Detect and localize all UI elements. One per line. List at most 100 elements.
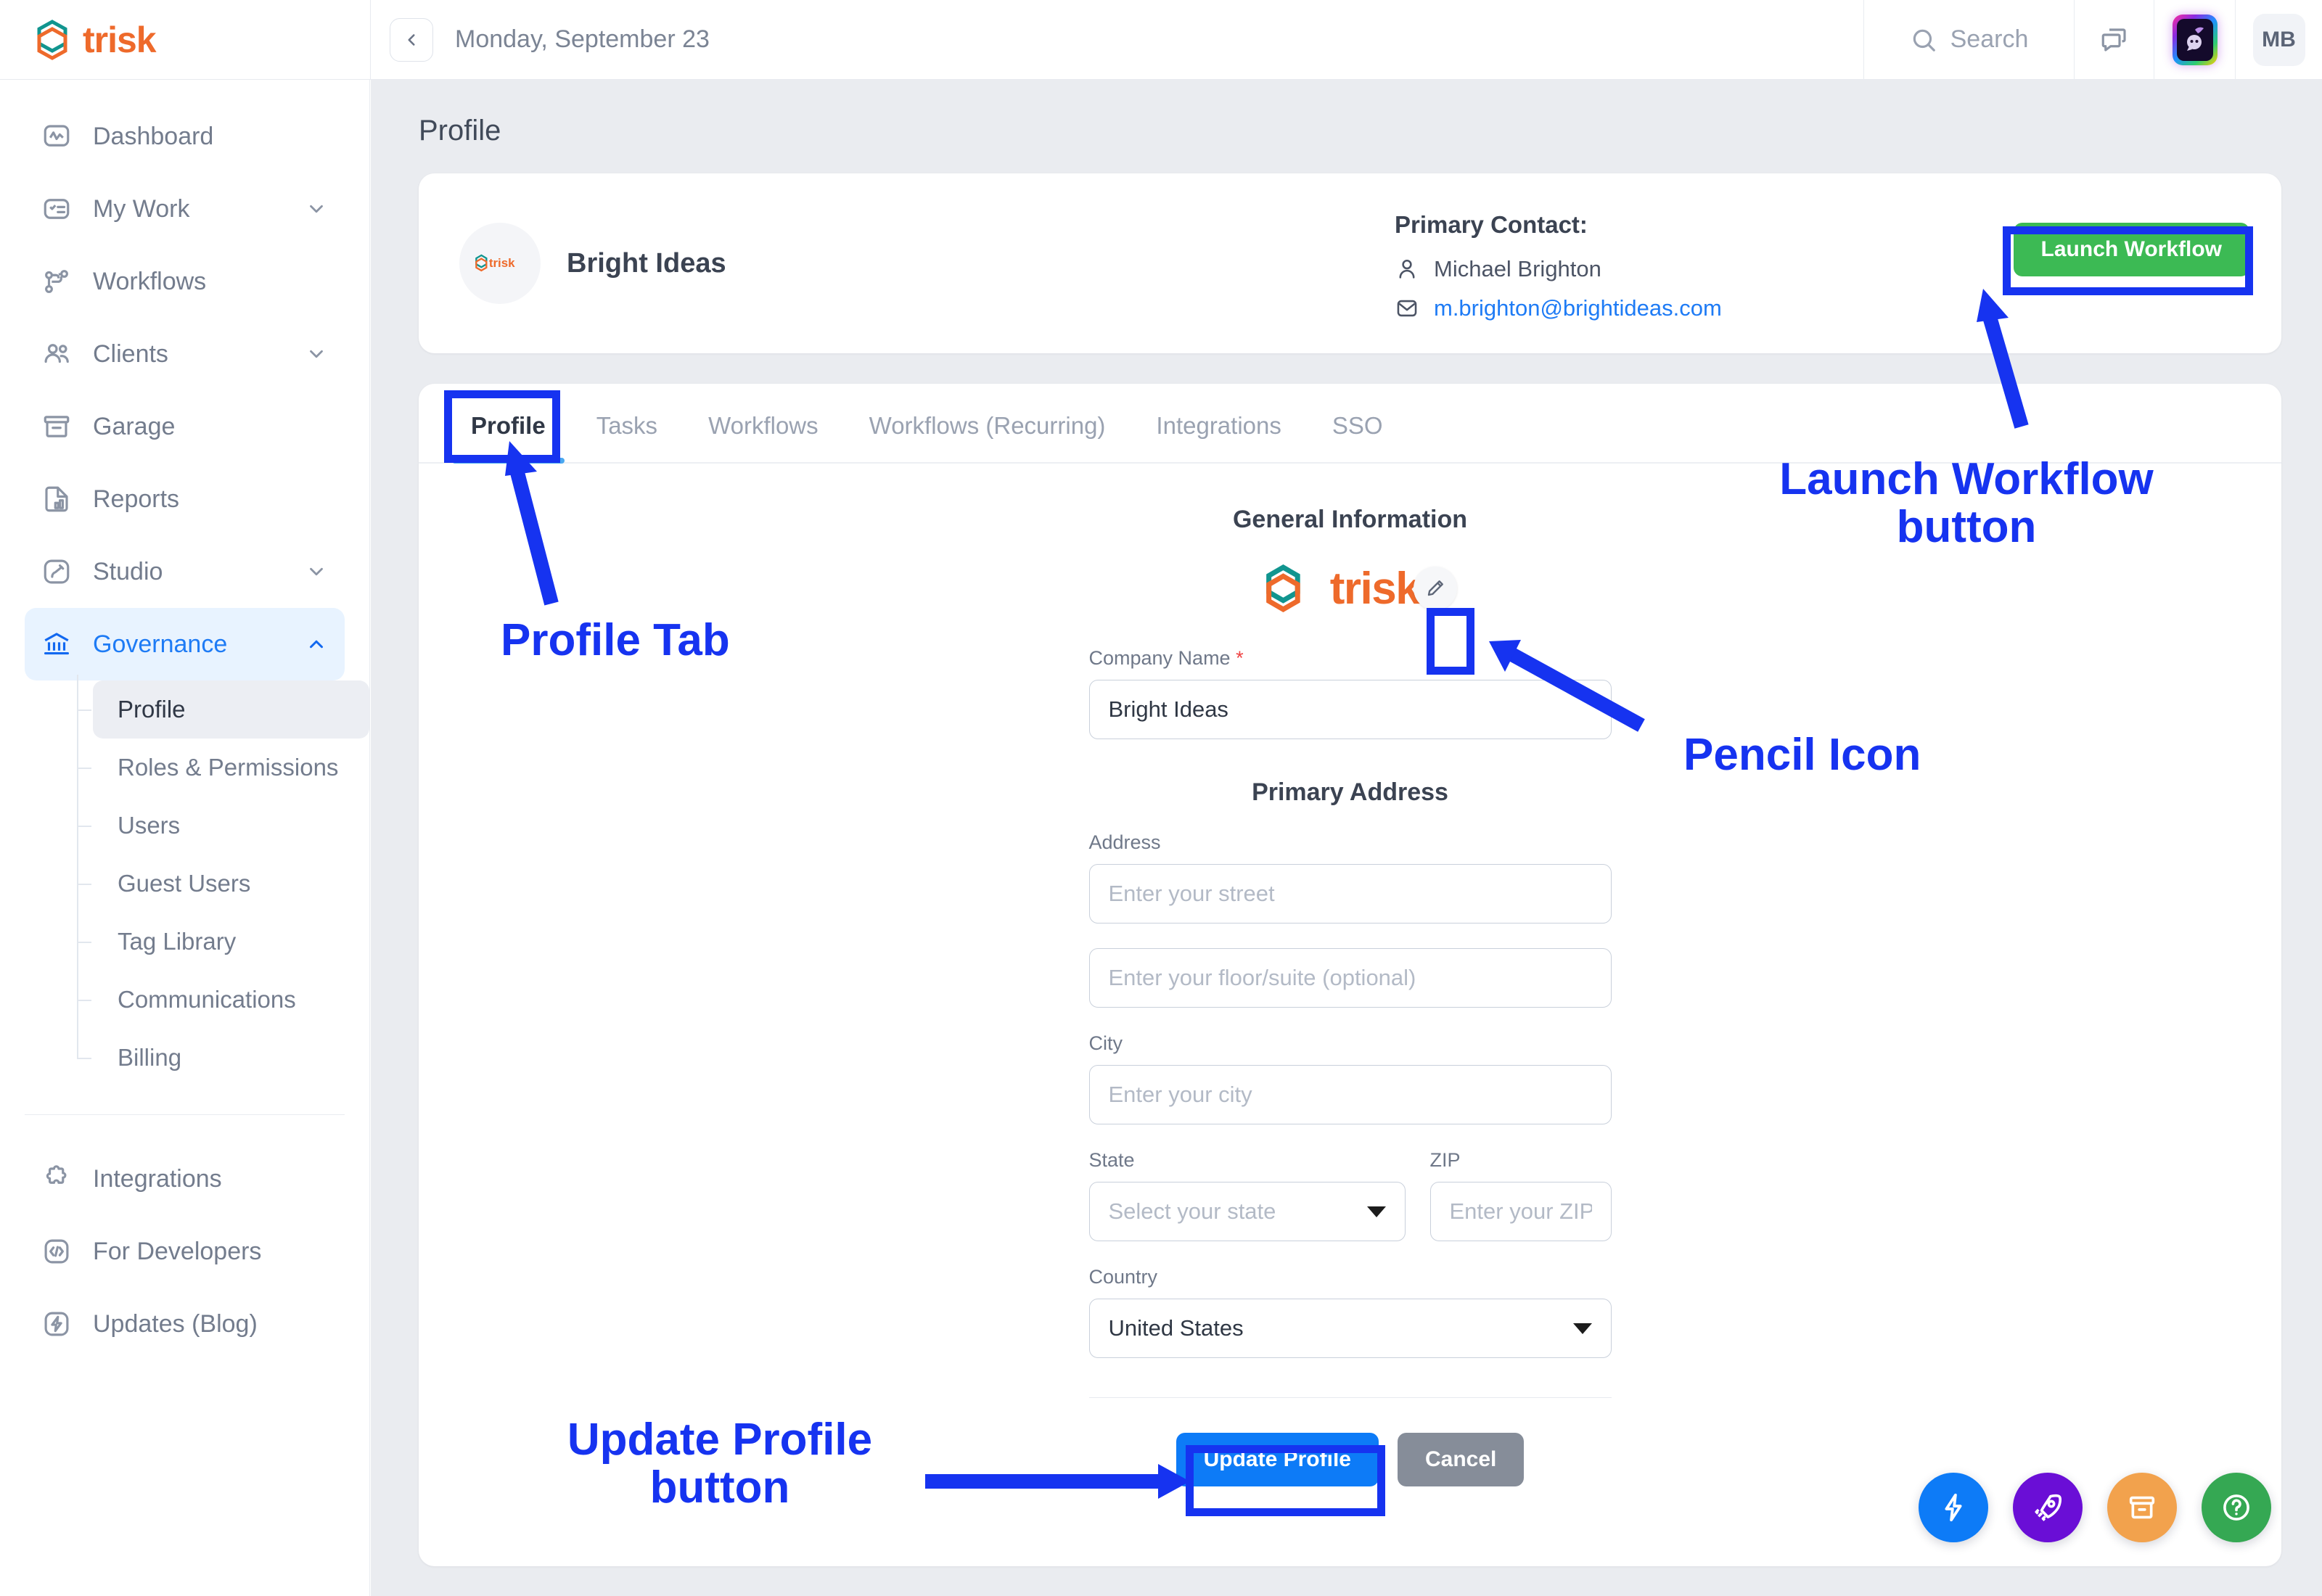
sidebar-subitem-label: Users	[118, 812, 181, 839]
address-field: Address	[1088, 831, 1612, 924]
company-name-label-text: Company Name	[1088, 647, 1231, 669]
sidebar-item-guest-users[interactable]: Guest Users	[77, 855, 369, 913]
ai-ghost-icon	[2186, 27, 2204, 51]
sidebar-item-label: Studio	[93, 557, 163, 585]
primary-contact-label: Primary Contact:	[1395, 211, 1588, 238]
quick-action-button[interactable]	[1919, 1473, 1988, 1542]
sidebar-item-label: Governance	[93, 630, 228, 658]
lightning-bolt-icon	[41, 1308, 73, 1340]
trisk-mark-icon	[1265, 564, 1300, 612]
search-button[interactable]: Search	[1863, 0, 2074, 80]
app-logo-text: trisk	[83, 19, 157, 60]
top-bar: trisk Monday, September 23 Search MB	[0, 0, 2322, 80]
sidebar-item-dashboard[interactable]: Dashboard	[25, 100, 345, 173]
sidebar-item-profile[interactable]: Profile	[77, 680, 369, 739]
tab-workflows[interactable]: Workflows	[688, 390, 839, 462]
garage-button[interactable]	[2107, 1473, 2177, 1542]
sidebar-item-reports[interactable]: Reports	[25, 463, 345, 535]
sidebar-collapse-button[interactable]	[390, 17, 433, 62]
tab-label: Integrations	[1156, 412, 1281, 439]
edit-logo-button[interactable]	[1414, 567, 1458, 610]
cancel-button[interactable]: Cancel	[1397, 1433, 1525, 1486]
sidebar-item-billing[interactable]: Billing	[77, 1029, 369, 1087]
sidebar-item-label: Updates (Blog)	[93, 1309, 258, 1338]
launch-workflow-button[interactable]: Launch Workflow	[2013, 223, 2249, 276]
sidebar-item-label: Workflows	[93, 267, 207, 295]
user-avatar-button[interactable]: MB	[2235, 0, 2322, 80]
update-profile-button[interactable]: Update Profile	[1176, 1433, 1379, 1486]
sidebar-item-label: For Developers	[93, 1237, 262, 1265]
street-input[interactable]	[1088, 864, 1612, 924]
launch-button[interactable]	[2013, 1473, 2083, 1542]
company-name-label: Company Name *	[1089, 647, 1612, 670]
topbar-actions: Search MB	[1863, 0, 2322, 80]
state-field: State Select your state	[1088, 1149, 1406, 1241]
floor-suite-field	[1088, 948, 1612, 1008]
app-logo[interactable]: trisk	[0, 0, 370, 80]
chevron-down-icon[interactable]	[304, 559, 329, 584]
sidebar-divider	[25, 1114, 345, 1115]
address-label: Address	[1088, 831, 1161, 853]
company-logo-text: trisk	[1329, 563, 1421, 614]
sidebar-item-label: Reports	[93, 485, 180, 513]
archive-box-icon	[2129, 1496, 2155, 1519]
sidebar-item-studio[interactable]: Studio	[25, 535, 345, 608]
contact-name: Michael Brighton	[1434, 256, 1601, 281]
floor-suite-input[interactable]	[1088, 948, 1612, 1008]
zip-field: ZIP	[1429, 1149, 1612, 1241]
tab-workflows-recurring[interactable]: Workflows (Recurring)	[849, 390, 1126, 462]
tab-integrations[interactable]: Integrations	[1136, 390, 1301, 462]
trisk-logo-icon: trisk	[475, 254, 515, 272]
code-brackets-icon	[41, 1235, 73, 1267]
pencil-icon	[1428, 580, 1444, 596]
state-zip-row: State Select your state ZIP	[1088, 1149, 1612, 1241]
sidebar-item-roles-permissions[interactable]: Roles & Permissions	[77, 739, 369, 797]
contact-email-row[interactable]: m.brighton@brightideas.com	[1395, 295, 1722, 321]
help-button[interactable]	[2202, 1473, 2271, 1542]
city-input[interactable]	[1088, 1065, 1612, 1124]
sidebar-item-workflows[interactable]: Workflows	[25, 245, 345, 318]
sidebar-item-tag-library[interactable]: Tag Library	[77, 913, 369, 971]
company-name-input[interactable]	[1088, 680, 1612, 739]
company-name-heading: Bright Ideas	[567, 247, 726, 279]
sidebar-item-users[interactable]: Users	[77, 797, 369, 855]
sidebar-item-label: Integrations	[93, 1164, 222, 1193]
messages-button[interactable]	[2074, 0, 2154, 80]
report-chart-icon	[41, 483, 73, 515]
page-title: Profile	[419, 115, 501, 147]
sidebar-item-my-work[interactable]: My Work	[25, 173, 345, 245]
ai-assistant-button[interactable]	[2154, 0, 2235, 80]
people-icon	[41, 338, 73, 370]
country-label: Country	[1088, 1266, 1158, 1288]
tab-profile[interactable]: Profile	[451, 390, 566, 464]
sidebar-item-governance[interactable]: Governance	[25, 608, 345, 680]
general-information-heading: General Information	[1232, 506, 1468, 533]
sidebar-item-label: My Work	[93, 194, 190, 223]
profile-form: General Information trisk Company Name *…	[1088, 464, 1612, 1486]
tab-tasks[interactable]: Tasks	[576, 390, 678, 462]
chevron-down-icon[interactable]	[304, 197, 329, 221]
state-select[interactable]: Select your state	[1088, 1182, 1406, 1241]
chat-bubbles-icon	[2101, 28, 2126, 52]
chevron-up-icon[interactable]	[304, 632, 329, 657]
country-select-value: United States	[1108, 1315, 1244, 1341]
zip-label: ZIP	[1429, 1149, 1461, 1171]
search-label: Search	[1950, 25, 2029, 53]
sidebar-item-integrations[interactable]: Integrations	[25, 1143, 345, 1215]
dashboard-icon	[41, 120, 73, 152]
question-mark-icon	[2223, 1494, 2249, 1521]
sidebar-item-updates-blog[interactable]: Updates (Blog)	[25, 1288, 345, 1360]
sidebar-item-clients[interactable]: Clients	[25, 318, 345, 390]
contact-email-link[interactable]: m.brighton@brightideas.com	[1434, 295, 1722, 321]
trisk-mark-icon	[37, 19, 67, 60]
checklist-icon	[41, 193, 73, 225]
country-select[interactable]: United States	[1088, 1299, 1612, 1358]
sidebar-item-garage[interactable]: Garage	[25, 390, 345, 463]
sidebar-subitem-label: Tag Library	[118, 928, 237, 955]
zip-input[interactable]	[1429, 1182, 1612, 1241]
tab-sso[interactable]: SSO	[1312, 390, 1403, 462]
sidebar-item-communications[interactable]: Communications	[77, 971, 369, 1029]
sidebar-item-for-developers[interactable]: For Developers	[25, 1215, 345, 1288]
chevron-down-icon[interactable]	[304, 342, 329, 366]
form-divider	[1088, 1397, 1612, 1398]
